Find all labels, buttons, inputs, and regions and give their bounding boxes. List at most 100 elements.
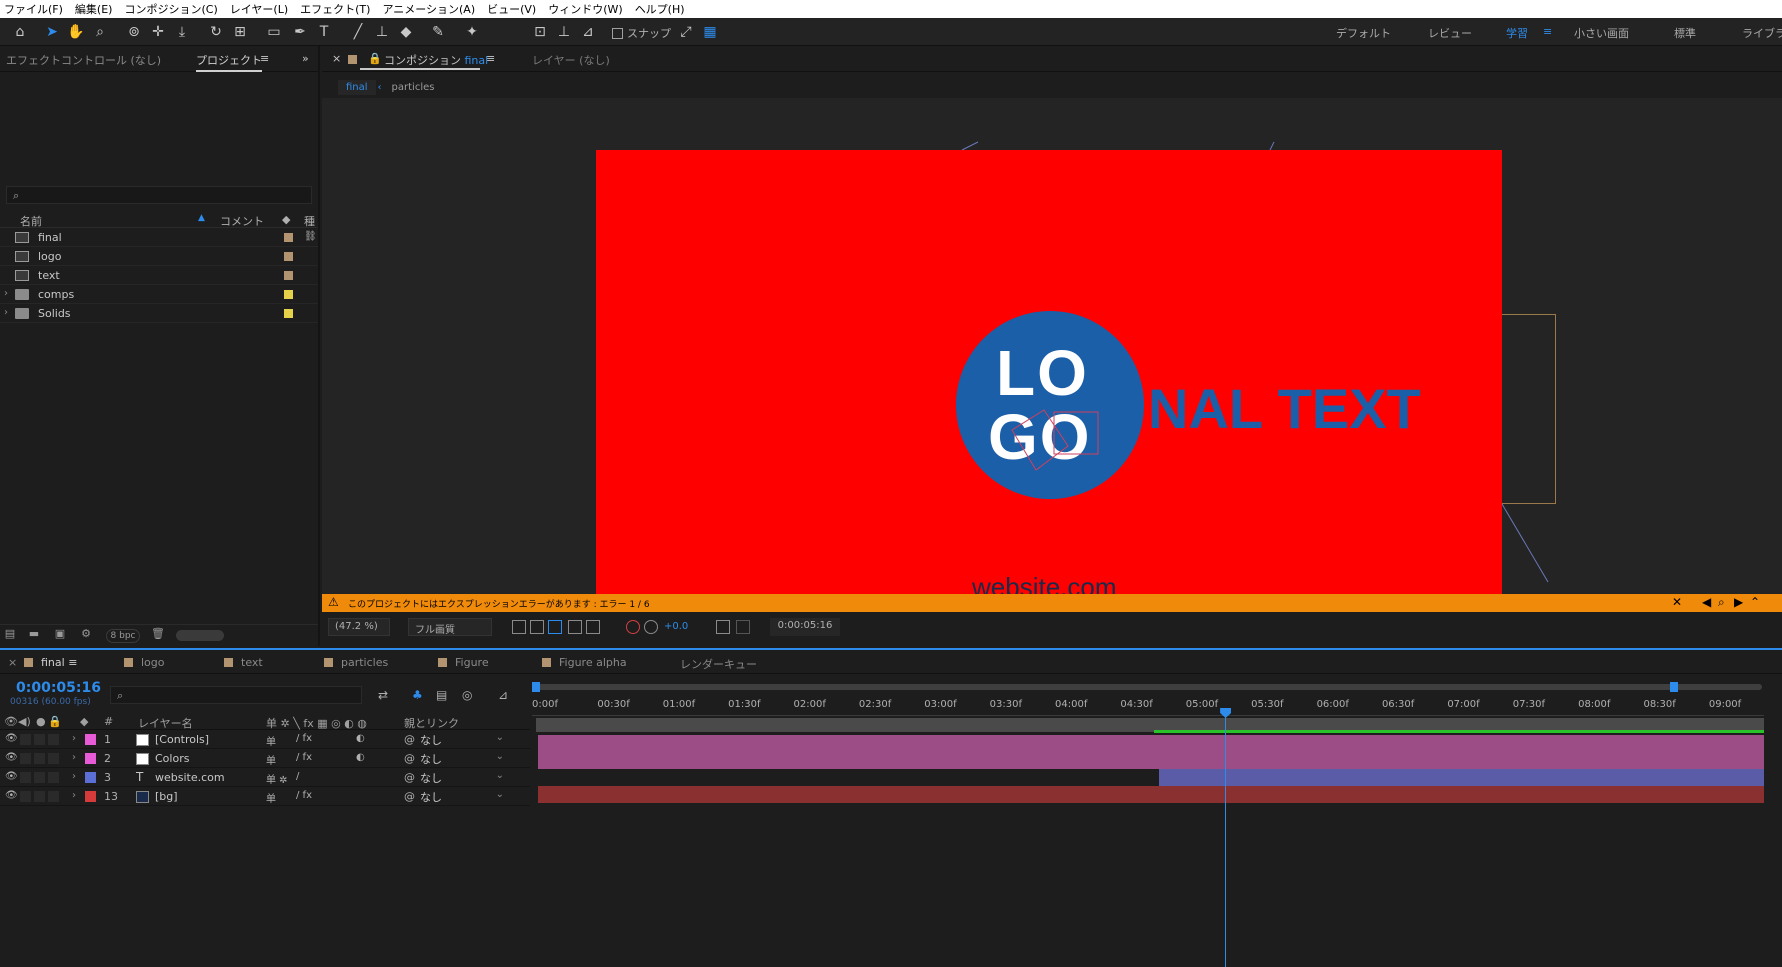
puppet-pin-tool-icon[interactable]: ✦ (462, 22, 482, 42)
workspace-menu-icon[interactable]: ≡ (1543, 25, 1552, 38)
label-color-swatch[interactable] (85, 772, 96, 783)
pan-camera-icon[interactable]: ✛ (148, 22, 168, 42)
project-item[interactable]: logo (0, 247, 318, 266)
region-of-interest-icon[interactable] (512, 620, 526, 634)
selection-tool-icon[interactable]: ➤ (42, 22, 62, 42)
layer-duration-bar[interactable] (1159, 769, 1764, 786)
label-color-swatch[interactable] (284, 309, 293, 318)
timeline-tab[interactable]: particles (324, 656, 388, 669)
dolly-camera-icon[interactable]: ⤓ (172, 22, 192, 42)
current-time-display[interactable]: 0:00:05:16 (770, 618, 840, 636)
roto-brush-tool-icon[interactable]: ✎ (428, 22, 448, 42)
tab-menu-icon[interactable]: ≡ (65, 656, 77, 669)
exposure-value[interactable]: +0.0 (664, 621, 688, 632)
layer-name[interactable]: [bg] (155, 790, 178, 803)
timeline-tab[interactable]: final ≡ (24, 656, 77, 669)
previous-error-icon[interactable]: ◀ (1702, 595, 1711, 609)
menu-item[interactable]: コンポジション(C) (124, 1, 217, 17)
menu-item[interactable]: レイヤー(L) (230, 1, 288, 17)
frame-blending-icon[interactable]: ▤ (436, 688, 447, 702)
mask-visibility-icon[interactable] (548, 620, 562, 634)
video-visibility-icon[interactable]: 👁 (4, 715, 18, 728)
lock-toggle[interactable] (48, 772, 59, 783)
workspace-review[interactable]: レビュー (1428, 25, 1472, 41)
label-tag-icon[interactable]: ◆ (282, 213, 290, 226)
quality-dropdown[interactable]: フル画質 (408, 618, 492, 636)
layer-name[interactable]: website.com (155, 771, 225, 784)
tab-layer[interactable]: レイヤー (なし) (532, 52, 610, 68)
timeline-tab[interactable]: Figure alpha (542, 656, 627, 669)
expand-chevron-icon[interactable]: › (72, 733, 76, 744)
layer-name[interactable]: [Controls] (155, 733, 209, 746)
panel-menu-icon[interactable]: ≡ (260, 52, 269, 65)
anchor-point-tool-icon[interactable]: ⊞ (230, 22, 250, 42)
new-folder-icon[interactable]: ▬ (26, 627, 42, 641)
menu-item[interactable]: ビュー(V) (487, 1, 536, 17)
timeline-timecode[interactable]: 0:00:05:16 (16, 680, 101, 696)
timeline-tab[interactable]: レンダーキュー (680, 656, 757, 672)
snap-toggle[interactable]: スナップ (612, 25, 671, 41)
shy-switch-icon[interactable]: 单 (266, 790, 276, 805)
effect-switch-icon[interactable]: / fx (296, 752, 312, 763)
tab-effect-controls[interactable]: エフェクトコントロール (なし) (6, 52, 161, 68)
pick-whip-icon[interactable]: @ (404, 733, 415, 746)
work-area-end-handle[interactable] (1670, 682, 1678, 692)
find-error-icon[interactable]: ⌕ (1718, 595, 1725, 610)
expand-panels-icon[interactable]: » (302, 52, 309, 65)
zoom-dropdown[interactable]: (47.2 %) (328, 618, 390, 636)
channel-rgb-icon[interactable] (626, 620, 640, 634)
effect-switch-icon[interactable]: / fx (296, 733, 312, 744)
layer-duration-bar[interactable] (538, 752, 1764, 769)
workspace-small-screen[interactable]: 小さい画面 (1574, 25, 1629, 41)
lock-toggle[interactable] (48, 791, 59, 802)
label-color-swatch[interactable] (284, 271, 293, 280)
audio-toggle[interactable] (20, 791, 31, 802)
shy-layers-icon[interactable]: ♣ (412, 688, 423, 702)
menu-item[interactable]: エフェクト(T) (300, 1, 370, 17)
bpc-button[interactable]: 8 bpc (106, 629, 140, 643)
layer-duration-bar[interactable] (538, 735, 1764, 752)
expand-chevron-icon[interactable]: › (4, 307, 8, 318)
breadcrumb-particles[interactable]: particles (384, 80, 443, 95)
shy-switch-icon[interactable]: 单 ✲ (266, 771, 288, 786)
visibility-eye-icon[interactable]: 👁 (5, 771, 18, 782)
thumbnail-scroll-slider[interactable] (176, 630, 224, 641)
hand-tool-icon[interactable]: ✋ (66, 22, 86, 42)
time-ruler[interactable]: 0:00f 00:30f 01:00f 01:30f 02:00f 02:30f 03:00… (532, 696, 1764, 716)
current-time-indicator[interactable] (1225, 712, 1227, 967)
menu-item[interactable]: ヘルプ(H) (635, 1, 685, 17)
tab-composition[interactable]: コンポジション final (384, 52, 488, 68)
workspace-learn[interactable]: 学習 (1506, 25, 1528, 41)
shy-switch-icon[interactable]: 单 (266, 733, 276, 748)
breadcrumb-final[interactable]: final (338, 79, 376, 95)
zoom-tool-icon[interactable]: ⌕ (90, 22, 110, 42)
new-composition-icon[interactable]: ▣ (52, 627, 68, 641)
collapse-error-icon[interactable]: ⌃ (1750, 595, 1760, 609)
graph-editor-icon[interactable]: ⊿ (498, 688, 508, 702)
pick-whip-icon[interactable]: @ (404, 771, 415, 784)
project-settings-icon[interactable]: ⚙ (78, 627, 94, 641)
composition-frame[interactable]: LO GO NAL TEXT website.com (596, 150, 1502, 594)
column-layer-name[interactable]: レイヤー名 (138, 715, 193, 731)
reset-exposure-icon[interactable] (644, 620, 658, 634)
motion-blur-icon[interactable]: ◎ (462, 688, 472, 702)
delete-icon[interactable]: 🗑 (150, 627, 166, 641)
audio-toggle[interactable] (20, 734, 31, 745)
transparency-grid-icon[interactable] (530, 620, 544, 634)
layer-row[interactable]: 👁 › 3 Twebsite.com 单 ✲ / @ なし ⌄ (0, 768, 530, 787)
layer-name[interactable]: Colors (155, 752, 189, 765)
brush-tool-icon[interactable]: ╱ (348, 22, 368, 42)
sort-ascending-icon[interactable]: ▲ (198, 213, 205, 223)
viewer-canvas[interactable]: LO GO NAL TEXT website.com (322, 98, 1782, 594)
column-type[interactable]: 種 (304, 213, 315, 229)
column-name[interactable]: 名前 (20, 213, 42, 229)
column-parent[interactable]: 親とリンク (404, 715, 459, 731)
timeline-tab[interactable]: Figure (438, 656, 489, 669)
pen-tool-icon[interactable]: ✒ (290, 22, 310, 42)
lock-toggle[interactable] (48, 753, 59, 764)
motion-blur-switch-icon[interactable]: ◐ (356, 752, 365, 763)
snap-checkbox[interactable] (612, 27, 623, 39)
work-area-bar[interactable] (536, 684, 1762, 690)
layer-search-input[interactable]: ⌕ (110, 686, 362, 704)
expand-chevron-icon[interactable]: › (4, 288, 8, 299)
